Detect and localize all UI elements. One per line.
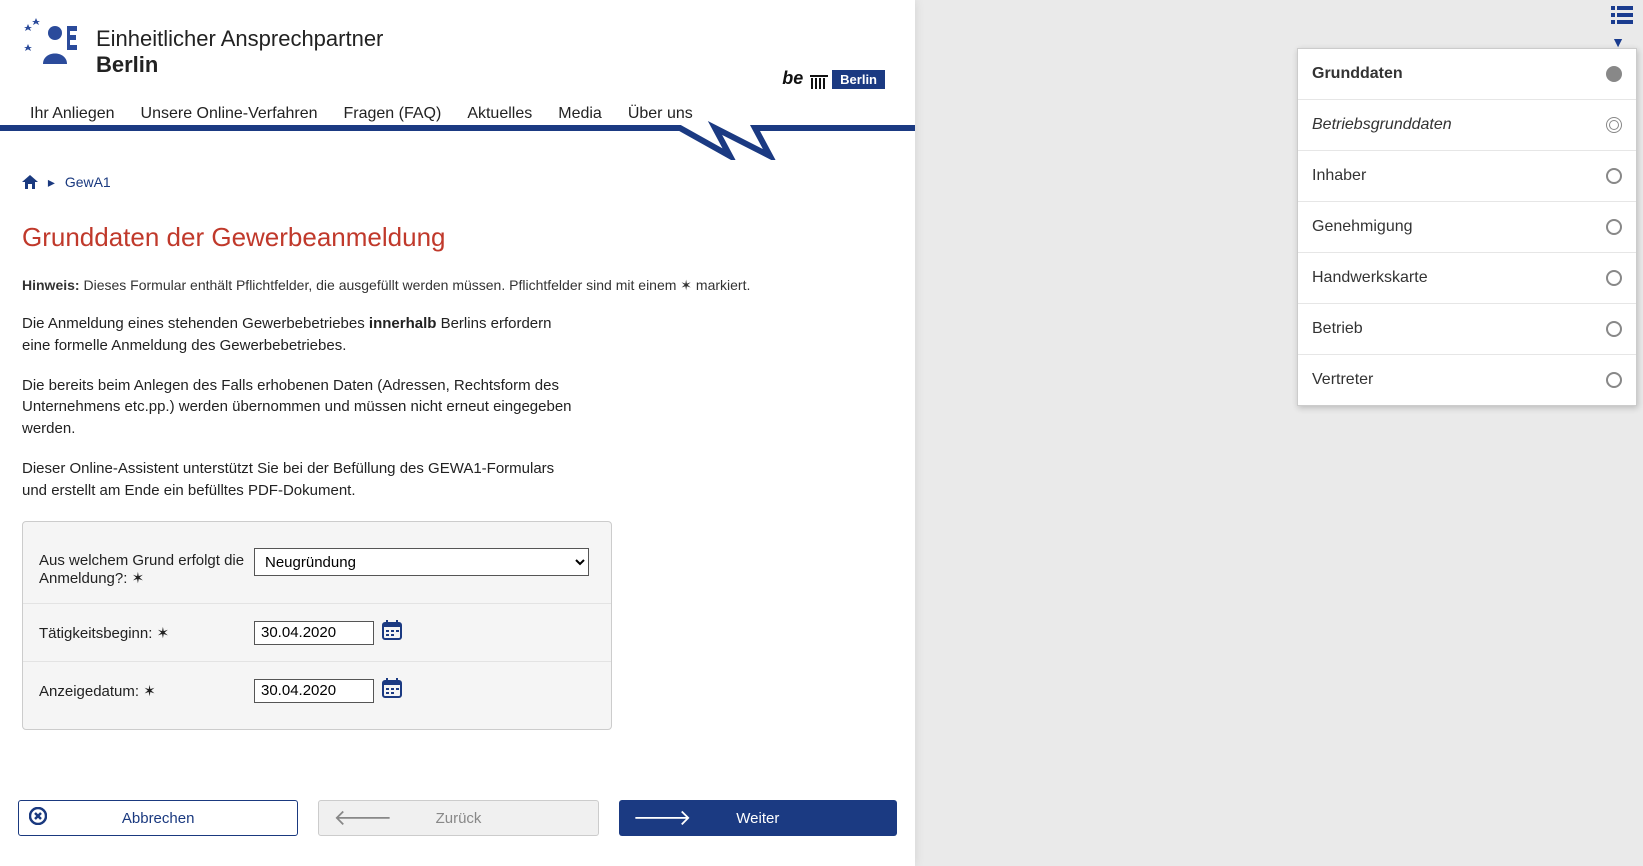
reason-label: Aus welchem Grund erfolgt die Anmeldung?… bbox=[39, 548, 254, 587]
nav-ueber-uns[interactable]: Über uns bbox=[628, 105, 693, 123]
calendar-icon[interactable] bbox=[382, 678, 402, 703]
side-panel: Grunddaten Betriebsgrunddaten Inhaber Gene… bbox=[1297, 48, 1637, 406]
content: Grunddaten der Gewerbeanmeldung Hinweis:… bbox=[0, 192, 915, 751]
side-item-handwerkskarte[interactable]: Handwerkskarte bbox=[1298, 252, 1636, 303]
site-title-line-2: Berlin bbox=[96, 52, 383, 78]
status-empty-icon bbox=[1606, 270, 1622, 286]
start-date-input[interactable] bbox=[254, 621, 374, 645]
gate-icon bbox=[810, 75, 828, 89]
side-item-betrieb[interactable]: Betrieb bbox=[1298, 303, 1636, 354]
side-item-label: Betriebsgrunddaten bbox=[1312, 116, 1452, 134]
status-empty-icon bbox=[1606, 168, 1622, 184]
nav-online-verfahren[interactable]: Unsere Online-Verfahren bbox=[141, 105, 318, 123]
display-date-input[interactable] bbox=[254, 679, 374, 703]
status-done-icon bbox=[1606, 66, 1622, 82]
home-icon[interactable] bbox=[22, 175, 38, 192]
site-logo-icon bbox=[22, 18, 80, 68]
side-item-label: Genehmigung bbox=[1312, 218, 1413, 236]
status-empty-icon bbox=[1606, 372, 1622, 388]
site-title-line-1: Einheitlicher Ansprechpartner bbox=[96, 26, 383, 52]
side-item-vertreter[interactable]: Vertreter bbox=[1298, 354, 1636, 405]
status-empty-icon bbox=[1606, 219, 1622, 235]
side-item-label: Handwerkskarte bbox=[1312, 269, 1428, 287]
reason-select[interactable]: Neugründung bbox=[254, 548, 589, 576]
display-date-label: Anzeigedatum: ✶ bbox=[39, 678, 254, 700]
arrow-right-icon: 🡒 bbox=[633, 805, 692, 831]
start-date-label: Tätigkeitsbeginn: ✶ bbox=[39, 620, 254, 642]
breadcrumb: ▸ GewA1 bbox=[0, 160, 915, 192]
back-button: 🡐 Zurück bbox=[318, 800, 598, 836]
side-item-genehmigung[interactable]: Genehmigung bbox=[1298, 201, 1636, 252]
side-item-label: Betrieb bbox=[1312, 320, 1363, 338]
divider-zigzag bbox=[0, 120, 915, 160]
nav-aktuelles[interactable]: Aktuelles bbox=[467, 105, 532, 123]
intro-p2: Die bereits beim Anlegen des Falls erhob… bbox=[22, 375, 582, 440]
status-current-icon bbox=[1606, 117, 1622, 133]
cancel-button[interactable]: Abbrechen bbox=[18, 800, 298, 836]
cancel-icon bbox=[29, 807, 47, 829]
side-item-label: Inhaber bbox=[1312, 167, 1366, 185]
status-empty-icon bbox=[1606, 321, 1622, 337]
berlin-logo: be Berlin bbox=[782, 68, 885, 89]
side-item-inhaber[interactable]: Inhaber bbox=[1298, 150, 1636, 201]
side-item-betriebsgrunddaten[interactable]: Betriebsgrunddaten bbox=[1298, 99, 1636, 150]
button-row: Abbrechen 🡐 Zurück 🡒 Weiter bbox=[0, 800, 915, 856]
main-nav: Ihr Anliegen Unsere Online-Verfahren Fra… bbox=[0, 78, 915, 120]
page-title: Grunddaten der Gewerbeanmeldung bbox=[22, 222, 893, 253]
intro-p3: Dieser Online-Assistent unterstützt Sie … bbox=[22, 458, 582, 502]
main-panel: Einheitlicher Ansprechpartner Berlin Ihr… bbox=[0, 0, 915, 866]
nav-faq[interactable]: Fragen (FAQ) bbox=[344, 105, 442, 123]
hint-text: Hinweis: Dieses Formular enthält Pflicht… bbox=[22, 275, 893, 295]
side-menu-toggle-icon[interactable] bbox=[1611, 6, 1633, 29]
calendar-icon[interactable] bbox=[382, 620, 402, 645]
breadcrumb-item[interactable]: GewA1 bbox=[65, 174, 111, 190]
nav-media[interactable]: Media bbox=[558, 105, 602, 123]
form-box: Aus welchem Grund erfolgt die Anmeldung?… bbox=[22, 521, 612, 730]
arrow-left-icon: 🡐 bbox=[333, 805, 392, 831]
nav-ihr-anliegen[interactable]: Ihr Anliegen bbox=[30, 105, 115, 123]
header: Einheitlicher Ansprechpartner Berlin bbox=[0, 0, 915, 78]
intro-p1: Die Anmeldung eines stehenden Gewerbebet… bbox=[22, 313, 582, 357]
side-item-label: Vertreter bbox=[1312, 371, 1373, 389]
side-header[interactable]: Grunddaten bbox=[1298, 49, 1636, 99]
next-button[interactable]: 🡒 Weiter bbox=[619, 800, 897, 836]
